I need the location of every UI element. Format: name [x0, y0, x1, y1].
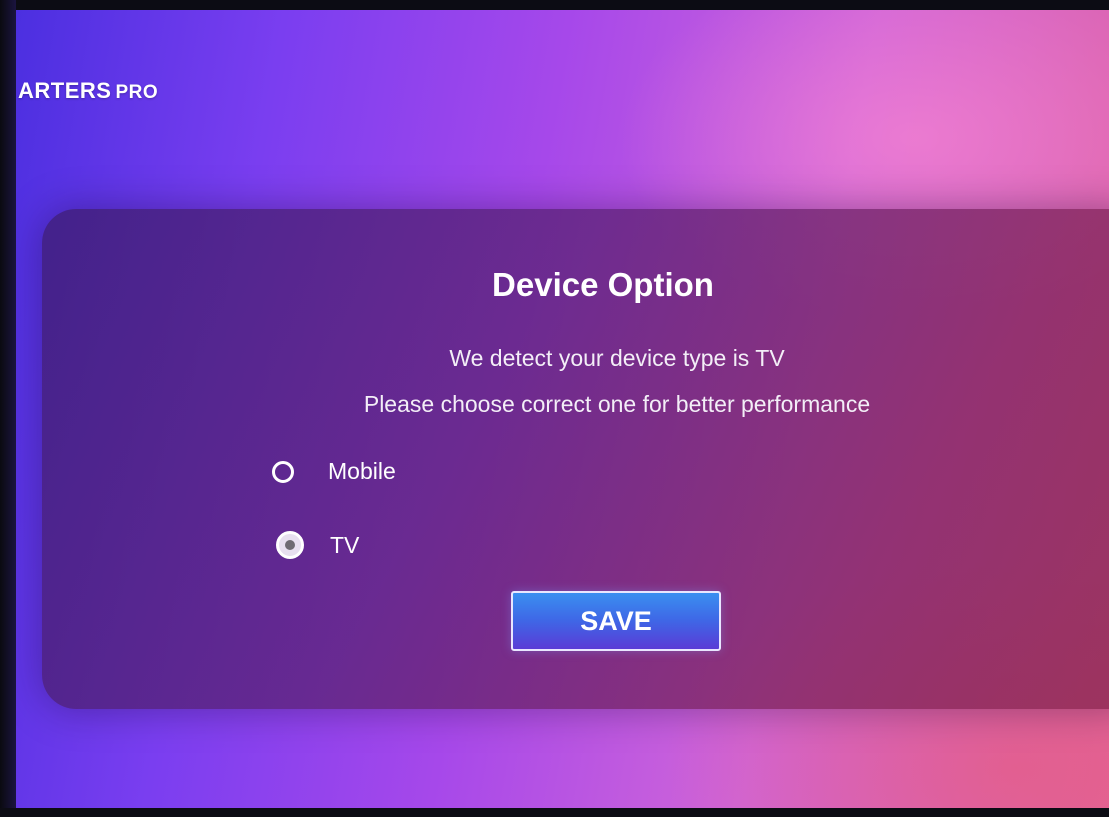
radio-option-mobile[interactable]: Mobile: [272, 458, 396, 485]
brand-name: ARTERS: [18, 78, 112, 103]
screen-bezel-top: [0, 0, 1109, 10]
dialog-message-instruction: Please choose correct one for better per…: [363, 391, 871, 417]
brand-suffix: PRO: [115, 82, 159, 103]
radio-label-mobile: Mobile: [328, 458, 396, 484]
radio-option-tv[interactable]: TV: [276, 531, 359, 559]
radio-unselected-icon[interactable]: [272, 460, 294, 483]
radio-selected-icon[interactable]: [276, 531, 304, 559]
app-logo: ARTERS PRO: [18, 78, 158, 104]
radio-label-tv: TV: [330, 531, 360, 558]
screen-bezel-bottom: [0, 808, 1109, 817]
dialog-message-detect: We detect your device type is TV: [449, 345, 785, 371]
save-button[interactable]: SAVE: [511, 591, 721, 651]
dialog-title: Device Option: [492, 266, 714, 303]
